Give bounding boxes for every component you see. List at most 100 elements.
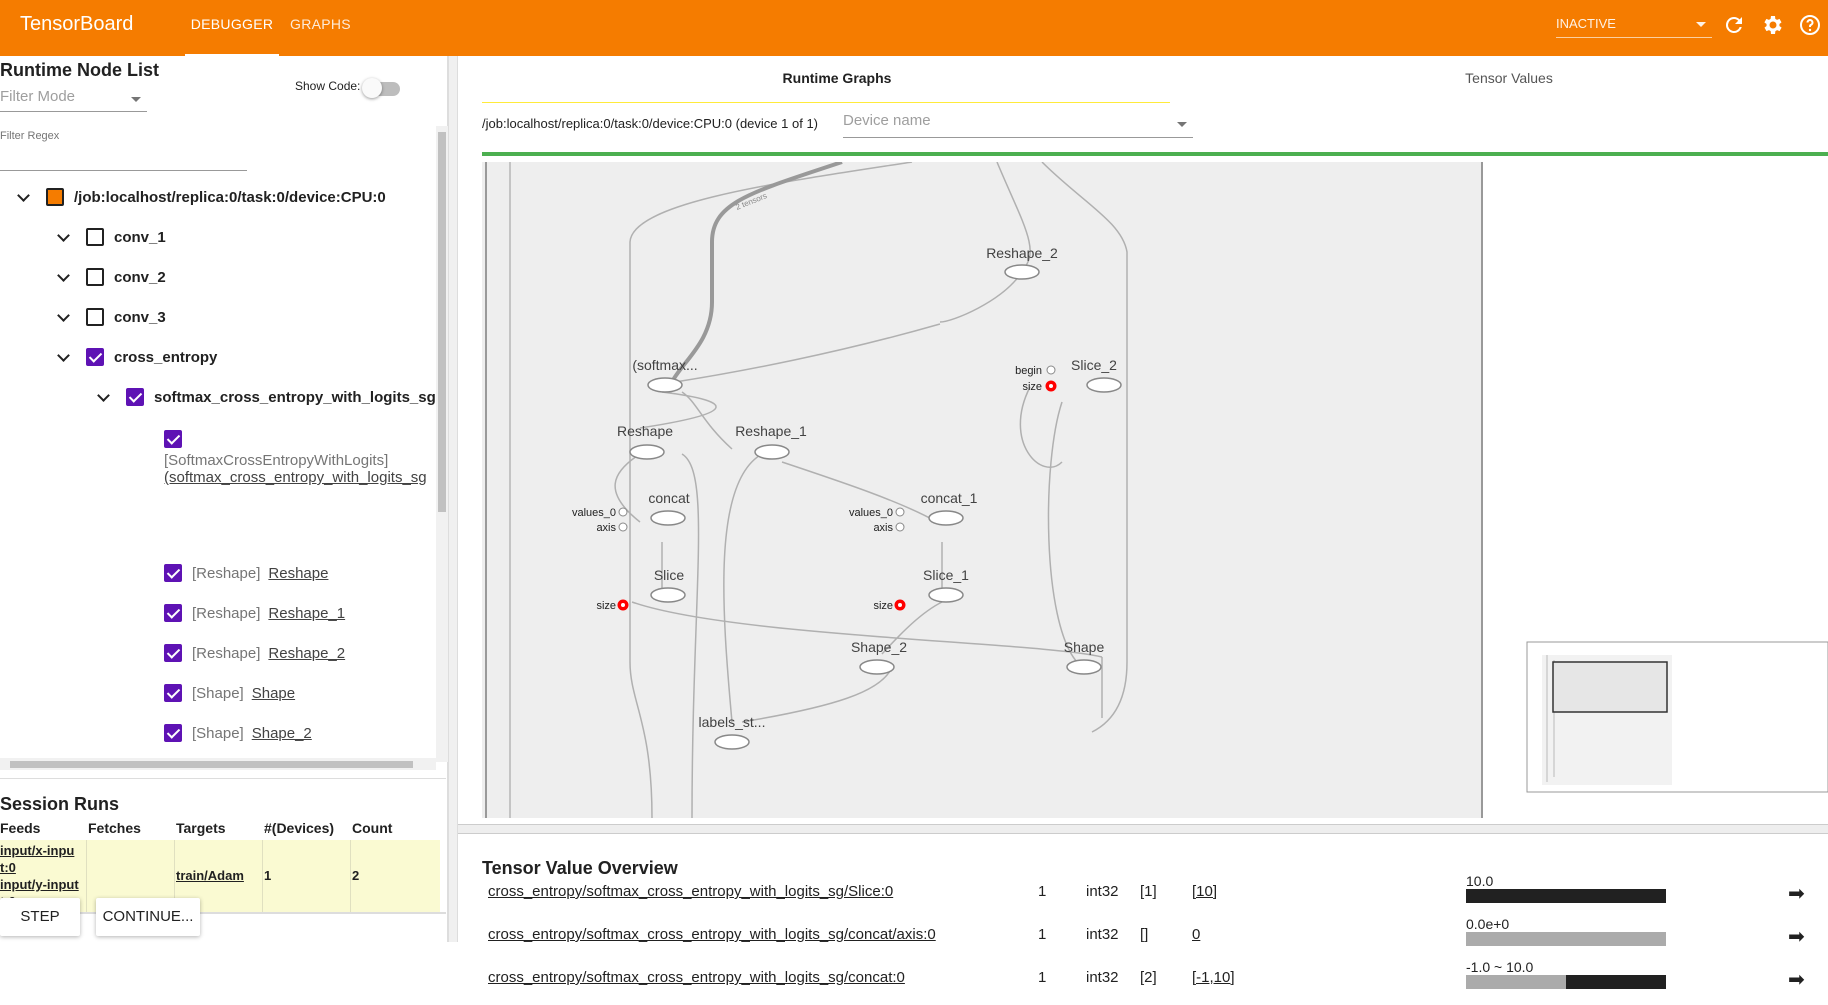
- show-code-toggle-knob[interactable]: [362, 78, 382, 98]
- tree-op-row[interactable]: [Reshape] Reshape: [164, 560, 328, 586]
- feed-link[interactable]: input/y-input: [0, 877, 79, 892]
- group-label: conv_1: [114, 228, 166, 246]
- graph-canvas[interactable]: 2 tensors Reshape_2 (softmax... Slice_2 …: [482, 162, 1828, 818]
- tree-op-row[interactable]: [SoftmaxCrossEntropyWithLogits] (softmax…: [164, 430, 434, 486]
- panel-splitter[interactable]: [448, 56, 458, 942]
- divider: [0, 778, 446, 779]
- chevron-down-icon[interactable]: [16, 189, 32, 205]
- column-header: Feeds: [0, 820, 41, 836]
- graph-node-label: concat: [648, 490, 689, 506]
- graph-node-label: Slice_2: [1071, 357, 1117, 373]
- tab-tensor-values[interactable]: Tensor Values: [1454, 70, 1564, 86]
- tensor-overview-title: Tensor Value Overview: [482, 858, 678, 878]
- tensor-summary: -1.0 ~ 10.0: [1466, 959, 1534, 975]
- column-header: #(Devices): [264, 820, 335, 836]
- tree-op-row[interactable]: [Reshape] Reshape_1: [164, 600, 345, 626]
- tensor-row[interactable]: cross_entropy/softmax_cross_entropy_with…: [458, 959, 1828, 1005]
- tree-group-row[interactable]: cross_entropy: [56, 344, 217, 370]
- tensor-health-bar-fill: [1566, 975, 1666, 989]
- op-checkbox[interactable]: [164, 604, 182, 622]
- tree-group-row[interactable]: conv_1: [56, 224, 166, 250]
- tensor-name-link[interactable]: cross_entropy/softmax_cross_entropy_with…: [488, 969, 905, 986]
- op-name-link[interactable]: Shape_2: [252, 725, 312, 742]
- horizontal-scrollbar[interactable]: [0, 758, 436, 770]
- group-label: conv_2: [114, 268, 166, 286]
- arrow-right-icon[interactable]: ➡: [1788, 881, 1805, 906]
- group-checkbox[interactable]: [86, 308, 104, 326]
- op-name-link[interactable]: (softmax_cross_entropy_with_logits_sg: [164, 469, 434, 486]
- tree-op-row[interactable]: [Shape] Shape_2: [164, 720, 312, 746]
- subgroup-checkbox[interactable]: [126, 388, 144, 406]
- tensor-value-link[interactable]: 0: [1192, 926, 1200, 943]
- arrow-right-icon[interactable]: ➡: [1788, 924, 1805, 949]
- tree-group-row[interactable]: conv_3: [56, 304, 166, 330]
- filter-regex-input[interactable]: [0, 170, 247, 171]
- run-select[interactable]: INACTIVE: [1556, 14, 1712, 38]
- horizontal-splitter[interactable]: [458, 824, 1828, 834]
- vertical-scrollbar[interactable]: [436, 126, 448, 762]
- count-cell: 2: [352, 868, 360, 883]
- devices-cell: 1: [264, 868, 272, 883]
- device-checkbox[interactable]: [46, 188, 64, 206]
- column-header: Count: [352, 820, 393, 836]
- session-runs-title: Session Runs: [0, 794, 120, 814]
- op-checkbox[interactable]: [164, 684, 182, 702]
- tensor-shape: [1]: [1140, 883, 1157, 900]
- arrow-right-icon[interactable]: ➡: [1788, 967, 1805, 992]
- tab-graphs[interactable]: GRAPHS: [290, 0, 351, 56]
- refresh-icon[interactable]: [1722, 13, 1746, 37]
- help-icon[interactable]: [1798, 13, 1822, 37]
- chevron-down-icon[interactable]: [56, 309, 72, 325]
- column-header: Fetches: [88, 820, 141, 836]
- op-checkbox[interactable]: [164, 430, 182, 448]
- tensor-name-link[interactable]: cross_entropy/softmax_cross_entropy_with…: [488, 926, 936, 943]
- tensor-value-link[interactable]: [10]: [1192, 883, 1217, 900]
- chevron-down-icon: [131, 97, 141, 102]
- tree-group-row[interactable]: conv_2: [56, 264, 166, 290]
- scrollbar-thumb[interactable]: [438, 132, 446, 512]
- filter-mode-select[interactable]: Filter Mode: [0, 88, 147, 112]
- tree-op-row[interactable]: [Shape] Shape: [164, 680, 295, 706]
- chevron-down-icon[interactable]: [56, 229, 72, 245]
- chevron-down-icon[interactable]: [56, 349, 72, 365]
- show-code-label: Show Code:: [295, 79, 361, 93]
- tensor-row[interactable]: cross_entropy/softmax_cross_entropy_with…: [458, 873, 1828, 919]
- continue-button[interactable]: CONTINUE...: [96, 898, 200, 936]
- graph-node-label: Slice_1: [923, 567, 969, 583]
- op-checkbox[interactable]: [164, 564, 182, 582]
- device-name-select[interactable]: Device name: [843, 112, 1193, 138]
- op-type: [Reshape]: [192, 604, 261, 622]
- group-checkbox[interactable]: [86, 268, 104, 286]
- tensor-health-bar: [1466, 975, 1666, 989]
- tensor-name-link[interactable]: cross_entropy/softmax_cross_entropy_with…: [488, 883, 893, 900]
- gear-icon[interactable]: [1760, 13, 1784, 37]
- scrollbar-thumb[interactable]: [10, 761, 413, 768]
- tensor-summary: 0.0e+0: [1466, 916, 1510, 932]
- op-name-link[interactable]: Reshape_1: [268, 605, 345, 622]
- op-checkbox[interactable]: [164, 644, 182, 662]
- filter-mode-placeholder: Filter Mode: [0, 88, 76, 105]
- target-link[interactable]: train/Adam: [176, 868, 244, 883]
- tree-device-row[interactable]: /job:localhost/replica:0/task:0/device:C…: [16, 184, 386, 210]
- op-type: [Shape]: [192, 684, 244, 702]
- tab-debugger[interactable]: DEBUGGER: [185, 0, 279, 56]
- tensor-value-link[interactable]: [-1,10]: [1192, 969, 1235, 986]
- group-checkbox[interactable]: [86, 228, 104, 246]
- op-name-link[interactable]: Reshape: [268, 565, 328, 582]
- tree-subgroup-row[interactable]: softmax_cross_entropy_with_logits_sg: [96, 384, 436, 410]
- tensor-health-bar: [1466, 932, 1666, 946]
- group-checkbox[interactable]: [86, 348, 104, 366]
- group-label: cross_entropy: [114, 348, 218, 366]
- const-label: begin: [1015, 365, 1042, 377]
- tab-runtime-graphs[interactable]: Runtime Graphs: [782, 70, 892, 86]
- feed-link[interactable]: input/x-inpu: [0, 843, 74, 858]
- op-name-link[interactable]: Reshape_2: [268, 645, 345, 662]
- feed-link[interactable]: t:0: [0, 860, 16, 875]
- tree-op-row[interactable]: [Reshape] Reshape_2: [164, 640, 345, 666]
- op-checkbox[interactable]: [164, 724, 182, 742]
- tensor-row[interactable]: cross_entropy/softmax_cross_entropy_with…: [458, 916, 1828, 962]
- step-button[interactable]: STEP: [0, 898, 80, 936]
- chevron-down-icon[interactable]: [96, 389, 112, 405]
- chevron-down-icon[interactable]: [56, 269, 72, 285]
- op-name-link[interactable]: Shape: [252, 685, 295, 702]
